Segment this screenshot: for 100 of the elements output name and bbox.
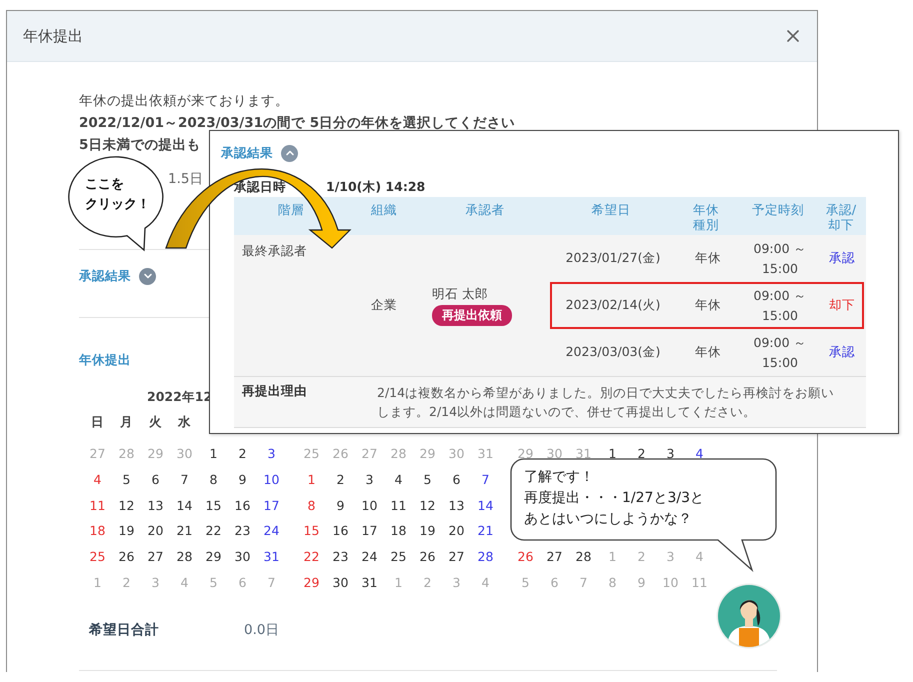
calendar-day[interactable]: 1 [199, 446, 228, 462]
calendar-day[interactable]: 29 [297, 574, 326, 590]
calendar-day[interactable]: 26 [413, 549, 442, 564]
table-cell-text: 最終承認者 [241, 242, 308, 260]
weekday-label: 水 [176, 414, 192, 430]
calendar-day[interactable]: 24 [355, 549, 384, 564]
column-header: 承認/却下 [824, 202, 858, 232]
calendar-day[interactable]: 5 [413, 472, 442, 488]
calendar-day[interactable]: 13 [442, 498, 471, 513]
calendar-day[interactable]: 4 [685, 446, 714, 462]
calendar-day[interactable]: 11 [384, 498, 413, 513]
calendar-day[interactable]: 27 [540, 549, 569, 564]
reason-label: 再提出理由 [242, 383, 308, 400]
calendar-day[interactable]: 19 [112, 523, 141, 538]
status-text: 承認 [828, 250, 856, 267]
calendar-day[interactable]: 16 [326, 523, 355, 538]
calendar-day[interactable]: 17 [355, 523, 384, 538]
calendar-day[interactable]: 27 [442, 549, 471, 564]
calendar-day[interactable]: 27 [141, 549, 170, 564]
calendar-day[interactable]: 26 [511, 549, 540, 564]
calendar-day[interactable]: 28 [569, 549, 598, 564]
calendar-day[interactable]: 16 [228, 498, 257, 513]
calendar-day[interactable]: 21 [471, 523, 500, 538]
calendar-day[interactable]: 4 [83, 472, 112, 488]
calendar-day[interactable]: 22 [199, 523, 228, 538]
calendar-day[interactable]: 20 [442, 523, 471, 538]
status-badge: 再提出依頼 [432, 304, 512, 326]
weekday-label: 月 [119, 414, 134, 430]
bubble-text: 了解です！ [524, 468, 594, 487]
calendar-day[interactable]: 23 [228, 523, 257, 538]
calendar-day[interactable]: 28 [170, 549, 199, 564]
table-cell: 企業 [371, 297, 397, 314]
bubble-text: 再度提出・・・1/27と3/3と [524, 488, 704, 508]
intro-text: 5日未満での提出も [79, 136, 200, 155]
calendar-day[interactable]: 24 [257, 523, 286, 538]
calendar-day[interactable]: 8 [297, 498, 326, 513]
calendar-day[interactable]: 2 [627, 446, 656, 462]
calendar-day[interactable]: 12 [413, 498, 442, 513]
intro-text: 年休の提出依頼が来ております。 [79, 92, 289, 111]
calendar-day[interactable]: 3 [355, 472, 384, 488]
calendar-day[interactable]: 8 [199, 472, 228, 488]
column-header: 階層 [278, 202, 304, 217]
calendar-day[interactable]: 13 [141, 498, 170, 513]
calendar-day[interactable]: 22 [297, 549, 326, 564]
calendar-day[interactable]: 26 [112, 549, 141, 564]
approved-at-value: 1/10(木) 14:28 [326, 180, 426, 194]
calendar-day[interactable]: 3 [257, 446, 286, 462]
calendar-day[interactable]: 14 [170, 498, 199, 513]
calendar-day[interactable]: 25 [83, 549, 112, 564]
approval-result-toggle[interactable]: 承認結果 [221, 143, 298, 163]
calendar-day[interactable]: 10 [257, 472, 286, 488]
weekday-label: 火 [148, 414, 163, 430]
calendar-day[interactable]: 4 [384, 472, 413, 488]
calendar-day[interactable]: 23 [326, 549, 355, 564]
calendar-day[interactable]: 1 [598, 446, 627, 462]
calendar-day[interactable]: 18 [83, 523, 112, 538]
column-header: 組織 [371, 202, 397, 217]
calendar-day[interactable]: 20 [141, 523, 170, 538]
calendar-day[interactable]: 7 [471, 472, 500, 488]
calendar-day[interactable]: 21 [170, 523, 199, 538]
calendar-day[interactable]: 2 [326, 472, 355, 488]
calendar-day[interactable]: 11 [83, 498, 112, 513]
table-cell-text: 年休 [694, 250, 722, 267]
avatar-icon [715, 582, 783, 650]
calendar-day[interactable]: 6 [141, 472, 170, 488]
calendar-day[interactable]: 17 [257, 498, 286, 513]
bubble-text: ここを [85, 176, 124, 194]
calendar-day[interactable]: 12 [112, 498, 141, 513]
calendar-day[interactable]: 18 [384, 523, 413, 538]
calendar-day[interactable]: 15 [297, 523, 326, 538]
calendar-day[interactable]: 19 [413, 523, 442, 538]
calendar-day[interactable]: 25 [384, 549, 413, 564]
status-text: 承認 [828, 344, 856, 361]
bubble-text: クリック！ [85, 196, 150, 214]
days-value: 1.5日 [168, 170, 204, 189]
table-cell-text: 2023/01/27(金) [564, 250, 662, 267]
approver-name: 明石 太郎 [432, 286, 488, 302]
calendar-day[interactable]: 7 [170, 472, 199, 488]
calendar-day[interactable]: 28 [471, 549, 500, 564]
calendar-day[interactable]: 31 [257, 549, 286, 564]
table-cell-text: 年休 [694, 344, 722, 361]
calendar-day[interactable]: 29 [199, 549, 228, 564]
calendar-day[interactable]: 10 [355, 498, 384, 513]
approval-result-toggle[interactable]: 承認結果 [79, 266, 156, 286]
calendar-day[interactable]: 15 [199, 498, 228, 513]
bubble-text: あとはいつにしようかな？ [524, 510, 692, 529]
calendar-day[interactable]: 3 [656, 446, 685, 462]
calendar-day[interactable]: 2 [228, 446, 257, 462]
calendar-day[interactable]: 30 [228, 549, 257, 564]
calendar-day[interactable]: 9 [326, 498, 355, 513]
calendar-day[interactable]: 14 [471, 498, 500, 513]
table-cell-text: 09:00 ～ 15:00 [752, 286, 808, 324]
calendar-day[interactable]: 30 [326, 574, 355, 590]
column-header: 予定時刻 [752, 202, 804, 217]
calendar-day[interactable]: 31 [355, 574, 384, 590]
dialog-title: 年休提出 [23, 26, 83, 46]
calendar-day[interactable]: 5 [112, 472, 141, 488]
calendar-day[interactable]: 1 [297, 472, 326, 488]
calendar-day[interactable]: 9 [228, 472, 257, 488]
calendar-day[interactable]: 6 [442, 472, 471, 488]
